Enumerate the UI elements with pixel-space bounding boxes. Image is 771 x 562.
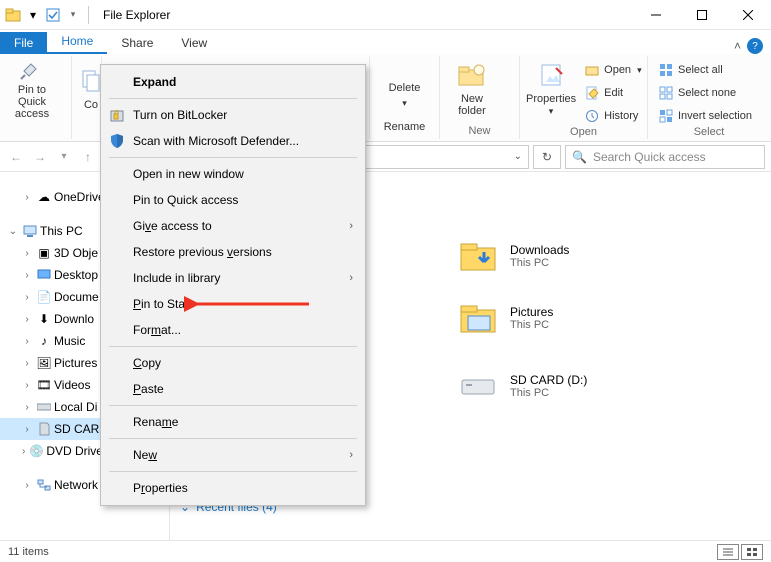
nav-back-icon[interactable]: ← [6,147,26,167]
qat-dropdown-icon[interactable]: ▾ [24,6,42,24]
breadcrumb-dropdown-icon[interactable]: ⌄ [514,151,522,162]
tab-home[interactable]: Home [47,30,107,54]
folder-item-downloads[interactable]: DownloadsThis PC [458,236,569,276]
document-icon: 📄 [36,289,52,305]
search-icon: 🔍 [572,150,587,164]
submenu-arrow-icon: › [349,220,353,232]
drive-icon [36,399,52,415]
ctx-properties[interactable]: Properties [101,475,365,501]
new-folder-button[interactable]: New folder [446,58,498,118]
select-all-icon [658,62,674,78]
chevron-down-icon[interactable]: ▾ [64,6,82,24]
app-icon [4,6,22,24]
group-select-label: Select [654,126,764,140]
tab-view[interactable]: View [167,32,221,54]
rename-button[interactable]: Rename [384,121,426,133]
ctx-paste[interactable]: Paste [101,376,365,402]
help-icon[interactable]: ? [747,38,763,54]
pictures-folder-icon [458,298,498,338]
sd-card-icon [36,421,52,437]
nav-dropdown-icon[interactable]: ▾ [54,147,74,167]
pin-to-quick-access-button[interactable]: Pin to Quick access [6,58,58,118]
open-button[interactable]: Open▾ [580,60,645,80]
nav-forward-icon[interactable]: → [30,147,50,167]
search-input[interactable]: 🔍 Search Quick access [565,145,765,169]
titlebar: ▾ ▾ File Explorer [0,0,771,30]
refresh-button[interactable]: ↻ [533,145,561,169]
download-icon: ⬇ [36,311,52,327]
ctx-pin-quick-access[interactable]: Pin to Quick access [101,187,365,213]
properties-button[interactable]: Properties▾ [526,58,576,118]
ribbon-tabs: File Home Share View ˄ ? [0,30,771,54]
disc-icon: 💿 [29,443,44,459]
pc-icon [22,223,38,239]
ctx-include-library[interactable]: Include in library› [101,265,365,291]
folder-item-sd-card[interactable]: SD CARD (D:)This PC [458,366,587,406]
submenu-arrow-icon: › [349,272,353,284]
properties-icon [535,59,567,91]
tab-file[interactable]: File [0,32,47,54]
ctx-open-new-window[interactable]: Open in new window [101,161,365,187]
pictures-icon: 🖼 [36,355,52,371]
view-large-icons-button[interactable] [741,544,763,560]
status-bar: 11 items [0,540,771,562]
minimize-button[interactable] [633,0,679,30]
checkbox-icon[interactable] [44,6,62,24]
shield-icon [108,132,126,150]
ctx-new[interactable]: New› [101,442,365,468]
open-icon [584,62,600,78]
context-menu: Expand Turn on BitLocker Scan with Micro… [100,64,366,506]
bitlocker-icon [108,106,126,124]
view-details-button[interactable] [717,544,739,560]
ctx-give-access-to[interactable]: Give access to› [101,213,365,239]
new-folder-icon [456,59,488,91]
history-icon [584,108,600,124]
maximize-button[interactable] [679,0,725,30]
network-icon [36,477,52,493]
group-open-label: Open [526,126,641,140]
invert-selection-icon [658,108,674,124]
group-new-label: New [446,125,513,139]
cube-icon: ▣ [36,245,52,261]
ribbon-collapse-icon[interactable]: ˄ [734,39,741,53]
ctx-restore-versions[interactable]: Restore previous versions [101,239,365,265]
submenu-arrow-icon: › [349,449,353,461]
ctx-defender[interactable]: Scan with Microsoft Defender... [101,128,365,154]
ctx-bitlocker[interactable]: Turn on BitLocker [101,102,365,128]
downloads-folder-icon [458,236,498,276]
videos-icon: 🎞 [36,377,52,393]
drive-item-icon [458,366,498,406]
select-none-button[interactable]: Select none [654,83,756,103]
ctx-expand[interactable]: Expand [101,69,365,95]
history-button[interactable]: History [580,106,645,126]
close-button[interactable] [725,0,771,30]
folder-item-pictures[interactable]: PicturesThis PC [458,298,553,338]
tab-share[interactable]: Share [107,32,167,54]
select-none-icon [658,85,674,101]
window-title: File Explorer [103,8,170,22]
nav-up-icon[interactable]: ↑ [78,147,98,167]
edit-button[interactable]: Edit [580,83,645,103]
ctx-format[interactable]: Format... [101,317,365,343]
pin-label: Pin to Quick access [6,84,58,120]
cloud-icon: ☁ [36,189,52,205]
search-placeholder: Search Quick access [593,150,706,164]
ctx-pin-to-start[interactable]: Pin to Start [101,291,365,317]
music-icon: ♪ [36,333,52,349]
invert-selection-button[interactable]: Invert selection [654,106,756,126]
desktop-icon [36,267,52,283]
pin-icon [16,56,48,82]
select-all-button[interactable]: Select all [654,60,756,80]
delete-button[interactable]: Delete▾ [385,58,425,109]
edit-icon [584,85,600,101]
ctx-rename[interactable]: Rename [101,409,365,435]
ctx-copy[interactable]: Copy [101,350,365,376]
item-count: 11 items [8,546,49,558]
